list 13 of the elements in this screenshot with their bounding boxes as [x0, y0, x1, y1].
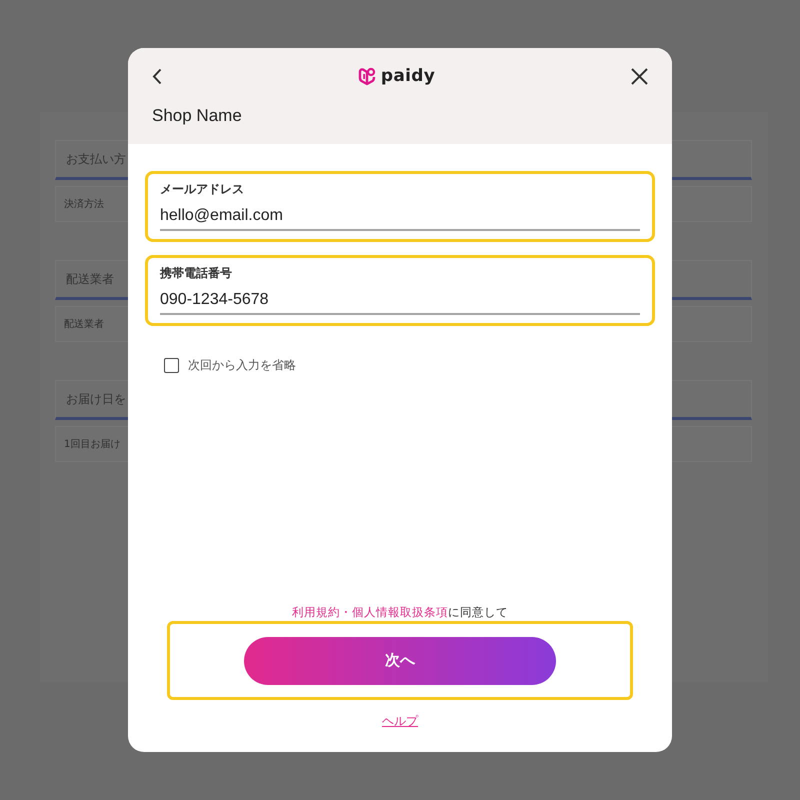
logo-icon: [358, 66, 376, 86]
checkbox[interactable]: [164, 358, 179, 373]
terms-link[interactable]: 利用規約・個人情報取扱条項: [292, 605, 448, 619]
close-icon[interactable]: [631, 68, 648, 84]
back-icon[interactable]: [152, 68, 162, 84]
next-button[interactable]: 次へ: [244, 636, 556, 684]
logo-text: paidy: [380, 66, 436, 86]
shop-name: Shop Name: [152, 106, 243, 126]
input-field[interactable]: メールアドレス hello@email.com: [160, 181, 640, 231]
consent-text: 利用規約・個人情報取扱条項に同意して: [291, 605, 509, 620]
checkbox-label: 次回から入力を省略: [188, 357, 296, 374]
input-field[interactable]: 携帯電話番号 090-1234-5678: [160, 265, 640, 315]
help-link[interactable]: ヘルプ: [382, 713, 418, 730]
